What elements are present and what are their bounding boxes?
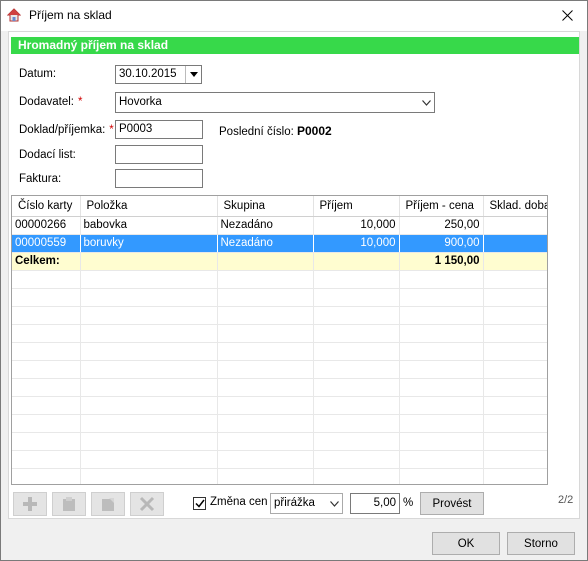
percent-input[interactable]: 5,00 bbox=[350, 493, 400, 514]
datum-label: Datum: bbox=[19, 68, 57, 80]
plus-icon bbox=[23, 497, 37, 511]
dodaci-label: Dodací list: bbox=[19, 149, 76, 161]
datum-picker[interactable]: 30.10.2015 bbox=[115, 65, 202, 84]
provest-button[interactable]: Provést bbox=[420, 492, 484, 515]
cell-polozka[interactable]: babovka bbox=[80, 216, 218, 235]
mode-value: přirážka bbox=[274, 497, 315, 509]
cell-prijem-cena[interactable]: 900,00 bbox=[399, 234, 484, 253]
empty-row bbox=[12, 306, 547, 325]
total-row: Celkem: 1 150,00 bbox=[12, 252, 547, 271]
cell-prijem[interactable]: 10,000 bbox=[313, 234, 400, 253]
cell-sklad-doba[interactable] bbox=[483, 234, 547, 253]
note-icon bbox=[102, 498, 114, 511]
x-delete-icon bbox=[139, 496, 155, 512]
cell-skupina[interactable]: Nezadáno bbox=[217, 216, 314, 235]
delete-button[interactable] bbox=[130, 492, 164, 516]
window-title: Příjem na sklad bbox=[29, 8, 112, 22]
total-label: Celkem: bbox=[12, 252, 81, 271]
col-header-skupina[interactable]: Skupina bbox=[217, 196, 314, 217]
empty-row bbox=[12, 432, 547, 451]
faktura-input[interactable] bbox=[115, 169, 203, 188]
empty-cell bbox=[80, 252, 218, 271]
faktura-label: Faktura: bbox=[19, 173, 62, 185]
empty-row bbox=[12, 270, 547, 289]
cell-sklad-doba[interactable] bbox=[483, 216, 547, 235]
note-button[interactable] bbox=[91, 492, 125, 516]
col-header-cislo[interactable]: Číslo karty bbox=[12, 196, 81, 217]
calendar-dropdown-icon[interactable] bbox=[185, 66, 201, 83]
dodavatel-value: Hovorka bbox=[119, 96, 162, 108]
title-bar: Příjem na sklad bbox=[1, 1, 587, 31]
table-row-selected[interactable]: 00000559 boruvky Nezadáno 10,000 900,00 bbox=[12, 234, 547, 253]
items-grid[interactable]: Číslo karty Položka Skupina Příjem Příje… bbox=[11, 195, 548, 485]
empty-row bbox=[12, 360, 547, 379]
content-panel: Hromadný příjem na sklad Datum: 30.10.20… bbox=[8, 31, 580, 519]
chevron-down-icon bbox=[418, 93, 434, 112]
cell-polozka[interactable]: boruvky bbox=[80, 234, 218, 253]
dialog-window: Příjem na sklad Hromadný příjem na sklad… bbox=[0, 0, 588, 561]
house-icon bbox=[7, 8, 21, 22]
storno-button[interactable]: Storno bbox=[507, 532, 575, 555]
cell-prijem[interactable]: 10,000 bbox=[313, 216, 400, 235]
table-row[interactable]: 00000266 babovka Nezadáno 10,000 250,00 bbox=[12, 216, 547, 235]
empty-row bbox=[12, 468, 547, 484]
last-number: Poslední číslo: P0002 bbox=[219, 124, 332, 138]
empty-row bbox=[12, 288, 547, 307]
grid-header-row: Číslo karty Položka Skupina Příjem Příje… bbox=[12, 196, 547, 217]
empty-row bbox=[12, 342, 547, 361]
doklad-label: Doklad/příjemka: * bbox=[19, 124, 114, 136]
cell-cislo[interactable]: 00000559 bbox=[12, 234, 81, 253]
percent-sign: % bbox=[403, 497, 414, 509]
card-edit-icon bbox=[63, 497, 75, 511]
ok-button[interactable]: OK bbox=[432, 532, 500, 555]
chevron-down-icon bbox=[326, 494, 342, 513]
dodaci-input[interactable] bbox=[115, 145, 203, 164]
empty-cell bbox=[313, 252, 400, 271]
dodavatel-select[interactable]: Hovorka bbox=[115, 92, 435, 113]
section-header: Hromadný příjem na sklad bbox=[11, 37, 579, 54]
empty-cell bbox=[483, 252, 547, 271]
dodavatel-label: Dodavatel: * bbox=[19, 96, 83, 108]
empty-row bbox=[12, 396, 547, 415]
cell-skupina[interactable]: Nezadáno bbox=[217, 234, 314, 253]
col-header-prijem-cena[interactable]: Příjem - cena bbox=[399, 196, 484, 217]
cell-prijem-cena[interactable]: 250,00 bbox=[399, 216, 484, 235]
col-header-polozka[interactable]: Položka bbox=[80, 196, 218, 217]
edit-card-button[interactable] bbox=[52, 492, 86, 516]
col-header-sklad-doba[interactable]: Sklad. doba bbox=[483, 196, 547, 217]
close-icon bbox=[561, 10, 573, 21]
empty-row bbox=[12, 378, 547, 397]
col-header-prijem[interactable]: Příjem bbox=[313, 196, 400, 217]
check-icon bbox=[194, 499, 205, 508]
cell-cislo[interactable]: 00000266 bbox=[12, 216, 81, 235]
page-indicator: 2/2 bbox=[558, 494, 574, 506]
empty-row bbox=[12, 414, 547, 433]
close-button[interactable] bbox=[547, 1, 587, 30]
datum-value: 30.10.2015 bbox=[119, 68, 177, 80]
mode-select[interactable]: přirážka bbox=[270, 493, 343, 514]
empty-row bbox=[12, 450, 547, 469]
zmena-label[interactable]: Změna cen bbox=[210, 496, 268, 508]
doklad-input[interactable]: P0003 bbox=[115, 120, 203, 139]
zmena-checkbox[interactable] bbox=[193, 497, 206, 510]
add-button[interactable] bbox=[13, 492, 47, 516]
empty-cell bbox=[217, 252, 314, 271]
empty-row bbox=[12, 324, 547, 343]
total-value: 1 150,00 bbox=[399, 252, 484, 271]
